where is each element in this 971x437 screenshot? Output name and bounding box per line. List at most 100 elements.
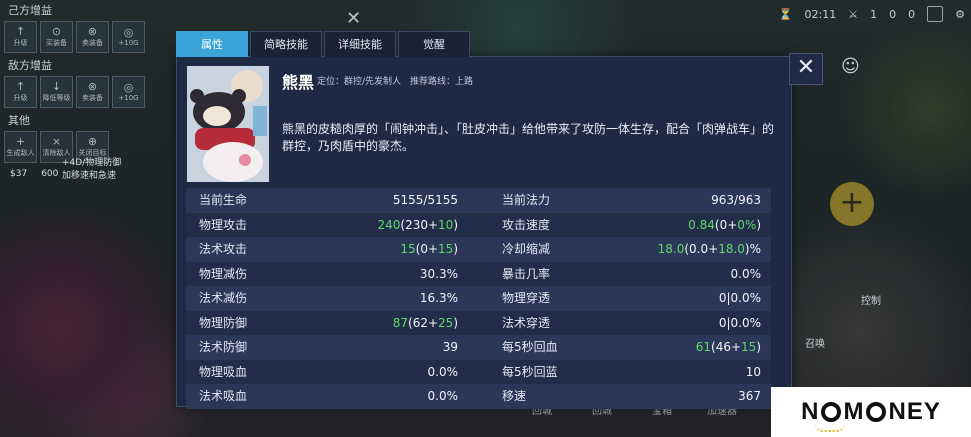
stat-label: 物理减伤 bbox=[199, 266, 248, 281]
arrow-up-icon: ↑ bbox=[15, 25, 26, 38]
level-count: 0 bbox=[908, 7, 916, 21]
hero-info-tabs: 属性 简略技能 详细技能 觉醒 bbox=[176, 31, 472, 57]
gold-readout-2: 600 bbox=[41, 169, 59, 179]
tab-brief-skills[interactable]: 简略技能 bbox=[250, 31, 322, 57]
stat-value: 0.0% bbox=[427, 389, 459, 403]
debug-panel: 己方增益 ↑ 升级 ⊙ 买装备 ⊗ 卖装备 ◎ +10G 敌方增益 ↑ 升级 ↓ 降低等级 … bbox=[4, 4, 176, 181]
hero-meta: 定位：群控/先发制人 推荐路线：上路 bbox=[317, 77, 474, 87]
plus-icon: + bbox=[15, 135, 26, 148]
stat-value: 10 bbox=[745, 364, 761, 379]
arrow-up-icon: ↑ bbox=[15, 80, 26, 93]
stat-row: 法术防御 39 每5秒回血 61(46+15) bbox=[186, 335, 771, 360]
stat-label: 移速 bbox=[502, 389, 527, 403]
hero-description: 熊黑的皮糙肉厚的「闹钟冲击」、「肚皮冲击」给他带来了攻防一体生存，配合「肉弹战车… bbox=[282, 122, 775, 153]
sell-icon: ⊗ bbox=[87, 80, 98, 93]
stat-value: 39 bbox=[442, 340, 458, 354]
enemy-lower-button[interactable]: ↓ 降低等级 bbox=[40, 76, 73, 108]
top-status-bar: ⏳ 02:11 ⚔ 1 0 0 ⚙ bbox=[779, 6, 965, 22]
enemy-gold-button[interactable]: ◎ +10G bbox=[112, 76, 145, 108]
ally-gold-button[interactable]: ◎ +10G bbox=[112, 21, 145, 53]
ally-sell-button[interactable]: ⊗ 卖装备 bbox=[76, 21, 109, 53]
sell-icon: ⊗ bbox=[87, 25, 98, 38]
summon-label[interactable]: 召唤 bbox=[805, 335, 825, 350]
stat-row: 物理吸血 0.0% 每5秒回蓝 10 bbox=[186, 359, 771, 384]
stat-row: 物理减伤 30.3% 暴击几率 0.0% bbox=[186, 261, 771, 286]
game-timer: 02:11 bbox=[804, 7, 837, 21]
hero-attributes-dialog: 熊黑 定位：群控/先发制人 推荐路线：上路 熊黑的皮糙肉厚的「闹钟冲击」、「肚皮… bbox=[176, 56, 792, 409]
section-title-other: 其他 bbox=[8, 114, 30, 127]
tab-detailed-skills[interactable]: 详细技能 bbox=[324, 31, 396, 57]
gold-readout: $37 bbox=[10, 169, 28, 179]
enemy-sell-button[interactable]: ⊗ 卖装备 bbox=[76, 76, 109, 108]
score-count: 0 bbox=[889, 7, 897, 21]
tab-awakening[interactable]: 觉醒 bbox=[398, 31, 470, 57]
stat-value: 87(62+25) bbox=[392, 315, 458, 330]
section-title-ally: 己方增益 bbox=[8, 4, 52, 17]
stat-row: 法术吸血 0.0% 移速 367 bbox=[186, 384, 771, 409]
stat-row: 法术减伤 16.3% 物理穿透 0|0.0% bbox=[186, 286, 771, 311]
stat-row: 物理攻击 240(230+10) 攻击速度 0.84(0+0%) bbox=[186, 212, 771, 237]
stat-label: 法术穿透 bbox=[502, 315, 551, 330]
kill-count: 1 bbox=[870, 7, 878, 21]
emote-icon[interactable]: ☺ bbox=[841, 56, 860, 77]
stat-label: 物理防御 bbox=[199, 315, 248, 330]
tab-attributes[interactable]: 属性 bbox=[176, 31, 248, 57]
hero-portrait bbox=[187, 66, 269, 182]
stat-row: 法术攻击 15(0+15) 冷却缩减 18.0(0.0+18.0)% bbox=[186, 237, 771, 262]
stat-label: 物理穿透 bbox=[502, 291, 551, 305]
stat-label: 法术吸血 bbox=[199, 389, 248, 403]
stat-label: 法术攻击 bbox=[199, 242, 248, 256]
stat-value: 0|0.0% bbox=[718, 291, 761, 305]
ally-buy-button[interactable]: ⊙ 买装备 bbox=[40, 21, 73, 53]
arrow-down-icon: ↓ bbox=[51, 80, 62, 93]
settings-icon[interactable] bbox=[927, 6, 944, 22]
buff-text-2: 加移速和急速 bbox=[62, 171, 117, 181]
stat-label: 每5秒回血 bbox=[502, 340, 558, 354]
stat-value: 963/963 bbox=[711, 193, 761, 207]
stat-label: 物理吸血 bbox=[199, 364, 248, 379]
ally-levelup-button[interactable]: ↑ 升级 bbox=[4, 21, 37, 53]
stat-value: 240(230+10) bbox=[377, 217, 458, 232]
stat-label: 当前法力 bbox=[502, 193, 551, 207]
stat-label: 物理攻击 bbox=[199, 217, 248, 232]
coin-icon: ◎ bbox=[123, 26, 134, 39]
stat-value: 0|0.0% bbox=[718, 315, 761, 330]
close-button[interactable]: ✕ bbox=[789, 53, 823, 85]
stat-value: 15(0+15) bbox=[400, 242, 458, 256]
control-label[interactable]: 控制 bbox=[861, 292, 901, 308]
stat-label: 暴击几率 bbox=[502, 266, 551, 281]
stat-value: 61(46+15) bbox=[695, 340, 761, 354]
stat-label: 法术减伤 bbox=[199, 291, 248, 305]
hourglass-icon: ⏳ bbox=[778, 7, 793, 21]
stat-label: 冷却缩减 bbox=[502, 242, 551, 256]
stat-label: 攻击速度 bbox=[502, 217, 551, 232]
stat-label: 法术防御 bbox=[199, 340, 248, 354]
stat-row: 当前生命 5155/5155 当前法力 963/963 bbox=[186, 188, 771, 213]
stat-value: 18.0(0.0+18.0)% bbox=[657, 242, 761, 256]
logo-o-icon bbox=[866, 402, 887, 422]
hero-name: 熊黑 bbox=[282, 73, 315, 92]
stat-value: 30.3% bbox=[419, 266, 458, 281]
close-icon: × bbox=[51, 135, 62, 148]
stat-value: 16.3% bbox=[419, 291, 458, 305]
gear-icon[interactable]: ⚙ bbox=[955, 8, 965, 21]
coin-icon: ◎ bbox=[123, 81, 134, 94]
stat-value: 0.84(0+0%) bbox=[688, 217, 761, 232]
logo-smile-icon bbox=[815, 424, 845, 432]
cart-icon: ⊙ bbox=[51, 25, 62, 38]
stat-label: 每5秒回蓝 bbox=[502, 364, 558, 379]
logo-o-icon bbox=[821, 402, 842, 422]
stats-table: 当前生命 5155/5155 当前法力 963/963 物理攻击 240(230+10… bbox=[186, 188, 771, 409]
enemy-levelup-button[interactable]: ↑ 升级 bbox=[4, 76, 37, 108]
close-icon[interactable]: ✕ bbox=[346, 8, 361, 29]
buff-text: +4D/物理防御 bbox=[62, 158, 122, 168]
section-title-enemy: 敌方增益 bbox=[8, 59, 52, 72]
stat-label: 当前生命 bbox=[199, 193, 248, 207]
stat-value: 0.0% bbox=[730, 266, 762, 281]
add-skill-icon[interactable]: + bbox=[830, 182, 874, 226]
spawn-enemy-button[interactable]: + 生成敌人 bbox=[4, 131, 37, 163]
nomoney-watermark-logo: N M NEY bbox=[771, 387, 971, 437]
stat-value: 0.0% bbox=[427, 364, 459, 379]
stat-value: 5155/5155 bbox=[392, 193, 458, 207]
sword-icon: ⚔ bbox=[848, 7, 859, 21]
